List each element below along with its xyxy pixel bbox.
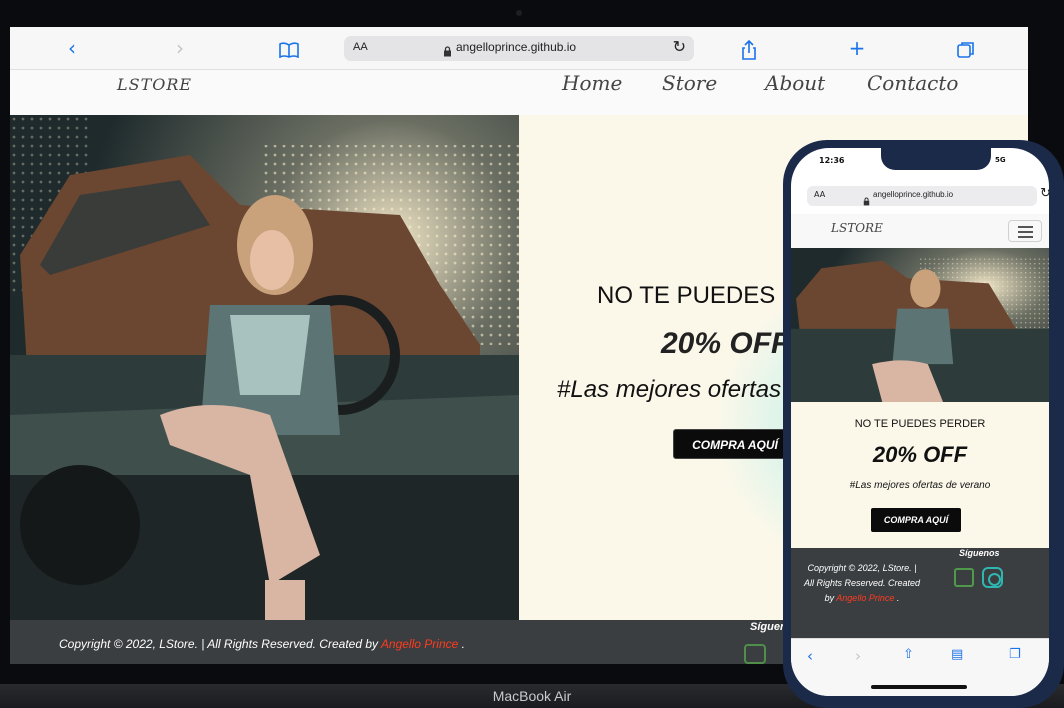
phone-frame: 12:36 5G AA angelloprince.github.io ↻ LS… xyxy=(783,140,1064,708)
forward-icon[interactable]: › xyxy=(168,27,192,70)
follow-label: Síguen xyxy=(750,621,787,633)
lock-icon xyxy=(443,42,452,61)
reader-aa-button[interactable]: AA xyxy=(353,41,368,53)
nav-home[interactable]: Home xyxy=(562,71,622,95)
phone-notch xyxy=(881,148,991,170)
mobile-buy-button[interactable]: COMPRA AQUÍ xyxy=(871,508,961,532)
hamburger-menu-icon[interactable] xyxy=(1008,220,1042,242)
copyright-period: . xyxy=(461,637,465,651)
footer-copyright: Copyright © 2022, LStore. | All Rights R… xyxy=(59,637,465,651)
mobile-forward-icon[interactable]: › xyxy=(855,647,861,665)
status-time: 12:36 xyxy=(819,156,845,165)
mobile-address-text: angelloprince.github.io xyxy=(873,190,954,199)
new-tab-icon[interactable]: + xyxy=(846,27,868,70)
mobile-brand-logo[interactable]: LSTORE xyxy=(831,221,883,235)
mobile-copy-period: . xyxy=(896,593,900,603)
mobile-aa-button[interactable]: AA xyxy=(814,190,825,199)
home-indicator xyxy=(871,685,967,689)
back-icon[interactable]: ‹ xyxy=(60,27,84,70)
mobile-bookmarks-icon[interactable]: ▤ xyxy=(951,647,963,662)
reload-icon[interactable]: ↻ xyxy=(673,37,686,56)
mobile-promo-discount: 20% OFF xyxy=(872,442,968,467)
hero-photo xyxy=(10,115,519,620)
address-text: angelloprince.github.io xyxy=(456,40,577,54)
facebook-icon[interactable] xyxy=(744,644,766,664)
mobile-follow-label: Síguenos xyxy=(959,548,1000,558)
promo-discount: 20% OFF xyxy=(661,327,790,360)
mobile-author-link[interactable]: Angello Prince xyxy=(836,593,894,603)
mobile-hero-photo xyxy=(791,248,1049,402)
mobile-lock-icon xyxy=(863,191,870,210)
mobile-promo-headline: NO TE PUEDES PERDER xyxy=(854,418,986,430)
mobile-promo-tagline: #Las mejores ofertas de verano xyxy=(849,480,991,491)
buy-button[interactable]: COMPRA AQUÍ xyxy=(673,429,797,459)
mobile-copy-line: All Rights Reserved. Created xyxy=(803,578,921,588)
mobile-address-bar[interactable]: AA angelloprince.github.io ↻ xyxy=(807,186,1049,206)
address-bar[interactable]: AA angelloprince.github.io ↻ xyxy=(344,36,694,61)
mobile-tabs-icon[interactable]: ❐ xyxy=(1009,647,1021,662)
mobile-footer-copyright: Copyright © 2022, LStore. | All Rights R… xyxy=(797,561,927,606)
status-network: 5G xyxy=(995,156,1006,164)
mobile-copy-by: by xyxy=(824,593,835,603)
mobile-back-icon[interactable]: ‹ xyxy=(807,647,813,665)
browser-toolbar: ‹ › AA angelloprince.github.io ↻ + xyxy=(10,27,1028,70)
mobile-instagram-icon[interactable] xyxy=(982,567,1003,588)
brand-logo[interactable]: LSTORE xyxy=(117,75,192,94)
nav-contacto[interactable]: Contacto xyxy=(867,71,958,95)
tabs-icon[interactable] xyxy=(954,27,978,70)
mobile-copy-line: Copyright © 2022, LStore. | xyxy=(807,563,917,573)
promo-headline: NO TE PUEDES P xyxy=(597,282,798,309)
mobile-promo-panel: NO TE PUEDES PERDER 20% OFF #Las mejores… xyxy=(791,402,1049,548)
nav-store[interactable]: Store xyxy=(662,71,717,95)
copyright-text: Copyright © 2022, LStore. | All Rights R… xyxy=(59,637,379,651)
mobile-facebook-icon[interactable] xyxy=(954,568,974,587)
mobile-footer: Copyright © 2022, LStore. | All Rights R… xyxy=(791,548,1049,638)
mobile-copy-line-3: by Angello Prince . xyxy=(797,591,927,606)
phone-screen: 12:36 5G AA angelloprince.github.io ↻ LS… xyxy=(791,148,1049,696)
bookmarks-icon[interactable] xyxy=(276,27,302,70)
nav-about[interactable]: About xyxy=(765,71,825,95)
mobile-reload-icon[interactable]: ↻ xyxy=(1040,186,1049,201)
promo-tagline: #Las mejores ofertas xyxy=(557,376,782,403)
mobile-share-icon[interactable]: ⇧ xyxy=(903,647,914,662)
camera-icon xyxy=(516,10,522,16)
share-icon[interactable] xyxy=(738,27,760,70)
author-link[interactable]: Angello Prince xyxy=(381,637,458,651)
